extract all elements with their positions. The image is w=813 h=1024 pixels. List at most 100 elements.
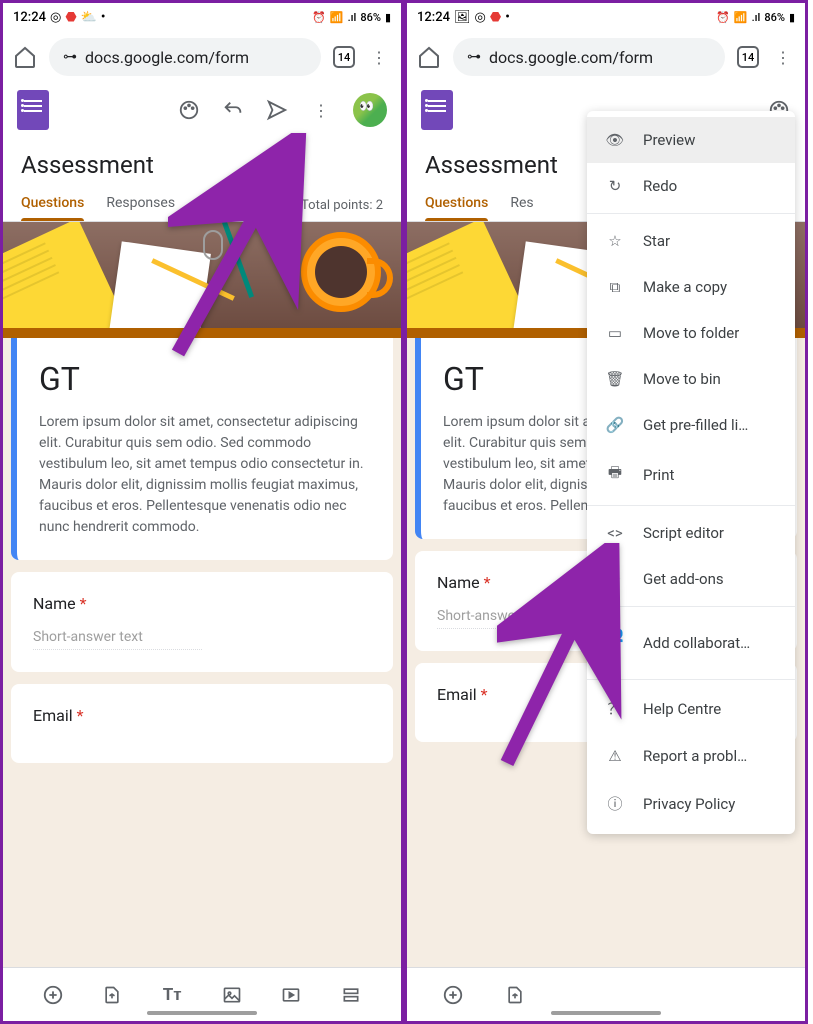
menu-report[interactable]: ⚠Report a probl… (587, 733, 795, 779)
question-label: Name * (33, 594, 371, 613)
import-questions-icon[interactable] (503, 983, 527, 1007)
tab-questions[interactable]: Questions (21, 189, 84, 221)
signal-icon: .ıl (752, 11, 761, 24)
add-title-icon[interactable]: Tᴛ (160, 983, 184, 1007)
code-icon: <> (605, 524, 625, 542)
more-icon: • (101, 10, 106, 25)
menu-preview[interactable]: 👁Preview (587, 117, 795, 163)
instagram-icon: ◎ (475, 10, 486, 25)
forms-logo-icon[interactable] (17, 90, 49, 130)
menu-collaborators[interactable]: 👥⁺Add collaborat… (587, 611, 795, 675)
add-video-icon[interactable] (279, 983, 303, 1007)
browser-bar: ⊶ docs.google.com/form 14 ⋮ (3, 31, 401, 83)
tab-settings[interactable]: Set (197, 189, 217, 221)
form-header-title: GT (39, 360, 371, 398)
menu-script-editor[interactable]: <>Script editor (587, 510, 795, 556)
browser-bar: ⊶ docs.google.com/form 14 ⋮ (407, 31, 805, 83)
menu-print[interactable]: 🖶Print (587, 448, 795, 501)
title-card[interactable]: GT Lorem ipsum dolor sit amet, consectet… (11, 338, 393, 560)
site-settings-icon: ⊶ (63, 49, 77, 65)
question-label: Email * (33, 706, 371, 725)
people-icon: 👥⁺ (605, 625, 625, 661)
trash-icon: 🗑 (605, 370, 625, 388)
shield-icon: ⓘ (605, 793, 625, 814)
status-bar: 12:24 ◎ ⬣ ⛅ • ⏰ 📶 .ıl 86% ▮ (3, 3, 401, 31)
required-indicator: * (80, 594, 87, 613)
link-icon: 🔗 (605, 416, 625, 434)
form-banner (3, 222, 401, 328)
form-title[interactable]: Assessment (3, 137, 401, 189)
clock: 12:24 (13, 10, 46, 25)
required-indicator: * (481, 685, 488, 704)
menu-star[interactable]: ☆Star (587, 218, 795, 264)
network-icon: 📶 (734, 11, 748, 24)
battery-icon: ▮ (385, 11, 391, 24)
print-icon: 🖶 (605, 462, 625, 487)
send-icon[interactable] (265, 98, 289, 122)
menu-move-folder[interactable]: ▭Move to folder (587, 310, 795, 356)
record-icon: ⬣ (490, 10, 501, 25)
weather-icon: ⛅ (81, 10, 97, 25)
tab-switcher[interactable]: 14 (737, 46, 759, 68)
alarm-icon: ⏰ (312, 11, 326, 24)
gallery-icon: 🖼 (454, 10, 471, 25)
site-settings-icon: ⊶ (467, 49, 481, 65)
home-icon[interactable] (13, 45, 37, 69)
battery-text: 86% (360, 11, 381, 24)
required-indicator: * (77, 706, 84, 725)
menu-redo[interactable]: ↻Redo (587, 163, 795, 209)
menu-prefilled[interactable]: 🔗Get pre-filled li… (587, 402, 795, 448)
undo-icon[interactable] (221, 98, 245, 122)
add-question-icon[interactable] (41, 983, 65, 1007)
menu-copy[interactable]: ⧉Make a copy (587, 264, 795, 310)
instagram-icon: ◎ (50, 10, 61, 25)
url-text: docs.google.com/form (85, 48, 249, 67)
avatar[interactable] (353, 93, 387, 127)
more-icon: • (505, 10, 510, 25)
feedback-icon: ⚠ (605, 747, 625, 765)
browser-menu-icon[interactable]: ⋮ (771, 45, 795, 69)
menu-addons[interactable]: ✦Get add-ons (587, 556, 795, 602)
menu-help[interactable]: ？Help Centre (587, 684, 795, 733)
form-content: GT Lorem ipsum dolor sit amet, consectet… (3, 328, 401, 1006)
browser-menu-icon[interactable]: ⋮ (367, 45, 391, 69)
more-menu-icon[interactable]: ⋮ (309, 98, 333, 122)
add-question-icon[interactable] (441, 983, 465, 1007)
network-icon: 📶 (330, 11, 344, 24)
home-indicator (551, 1011, 661, 1015)
puzzle-icon: ✦ (605, 570, 625, 588)
tab-switcher[interactable]: 14 (333, 46, 355, 68)
add-section-icon[interactable] (339, 983, 363, 1007)
question-email[interactable]: Email * (11, 684, 393, 763)
url-bar[interactable]: ⊶ docs.google.com/form (453, 38, 725, 76)
forms-logo-icon[interactable] (421, 90, 453, 130)
add-image-icon[interactable] (220, 983, 244, 1007)
record-icon: ⬣ (65, 10, 76, 25)
palette-icon[interactable] (177, 98, 201, 122)
required-indicator: * (484, 573, 491, 592)
import-questions-icon[interactable] (100, 983, 124, 1007)
question-name[interactable]: Name * Short-answer text (11, 572, 393, 672)
home-indicator (147, 1011, 257, 1015)
menu-move-bin[interactable]: 🗑Move to bin (587, 356, 795, 402)
tab-responses[interactable]: Responses (106, 189, 175, 221)
url-bar[interactable]: ⊶ docs.google.com/form (49, 38, 321, 76)
forms-header: ⋮ (3, 83, 401, 137)
menu-privacy[interactable]: ⓘPrivacy Policy (587, 779, 795, 828)
redo-icon: ↻ (605, 177, 625, 195)
battery-icon: ▮ (789, 11, 795, 24)
home-icon[interactable] (417, 45, 441, 69)
tabs: Questions Responses Set Total points: 2 (3, 189, 401, 222)
status-bar: 12:24 🖼 ◎ ⬣ • ⏰ 📶 .ıl 86% ▮ (407, 3, 805, 31)
name-input[interactable]: Short-answer tex (437, 608, 606, 629)
copy-icon: ⧉ (605, 278, 625, 296)
tab-questions[interactable]: Questions (425, 189, 488, 221)
alarm-icon: ⏰ (716, 11, 730, 24)
form-description: Lorem ipsum dolor sit amet, consectetur … (39, 412, 371, 538)
tab-responses[interactable]: Res (510, 189, 533, 221)
name-input[interactable]: Short-answer text (33, 629, 202, 650)
folder-icon: ▭ (605, 324, 625, 342)
signal-icon: .ıl (348, 11, 357, 24)
eye-icon: 👁 (605, 131, 625, 149)
clock: 12:24 (417, 10, 450, 25)
